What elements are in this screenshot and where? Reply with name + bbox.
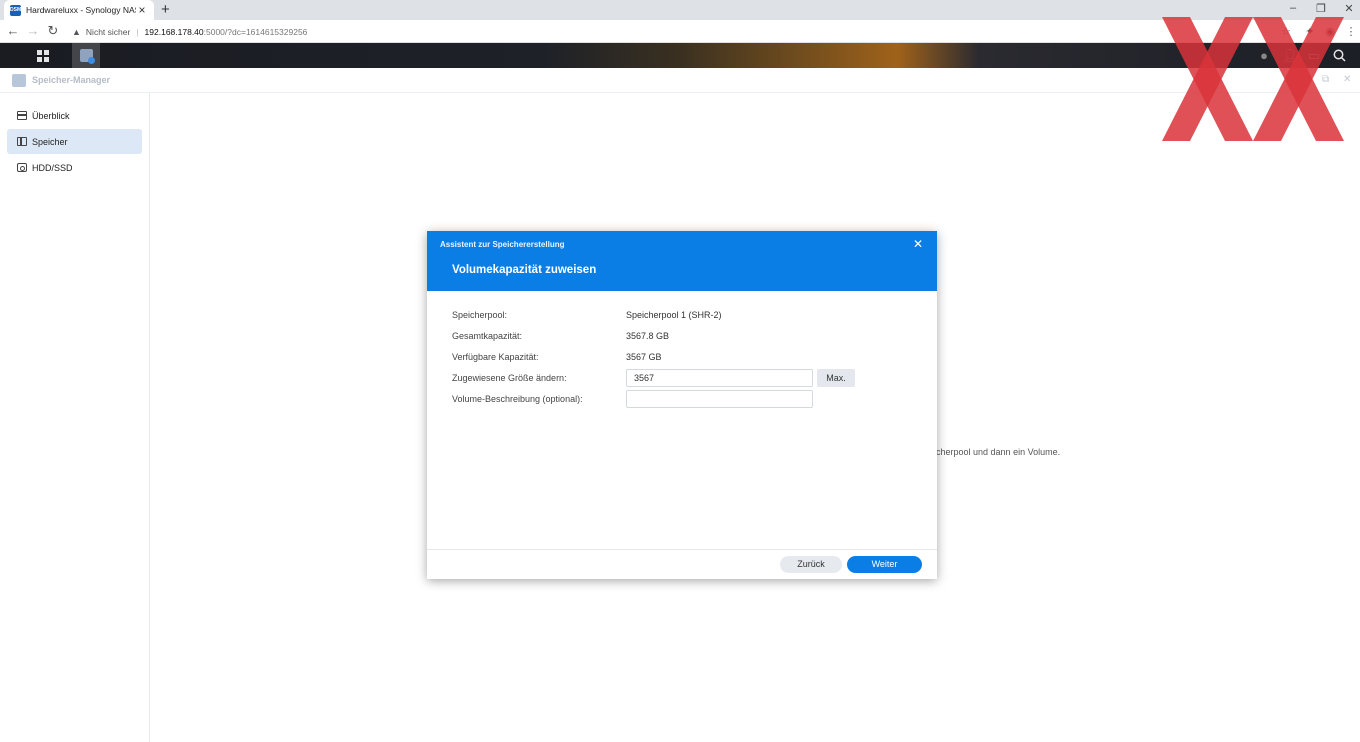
storage-pool-value: Speicherpool 1 (SHR-2)	[626, 309, 722, 320]
disk-icon	[17, 163, 27, 172]
widgets-icon[interactable]: ▭	[1300, 43, 1328, 68]
bookmark-star-icon[interactable]: ☆	[1278, 24, 1294, 40]
forward-arrow-icon[interactable]: →	[25, 23, 41, 39]
volume-description-label: Volume-Beschreibung (optional):	[452, 393, 583, 404]
search-icon[interactable]	[1325, 43, 1353, 68]
storage-empty-hint: cherpool und dann ein Volume.	[936, 447, 1061, 457]
new-tab-icon[interactable]: +	[161, 2, 170, 18]
back-button[interactable]: Zurück	[780, 556, 842, 573]
sidebar-item-hdd-ssd[interactable]: HDD/SSD	[7, 155, 142, 180]
allocated-size-input[interactable]	[626, 368, 813, 387]
storage-pool-label: Speicherpool:	[452, 309, 508, 320]
reload-icon[interactable]: ↻	[45, 23, 61, 39]
available-capacity-value: 3567 GB	[626, 351, 662, 362]
notification-icon[interactable]: ●	[1250, 43, 1278, 68]
dsm-favicon-icon: DSM	[10, 4, 21, 16]
window-close-icon[interactable]: ✕	[1339, 2, 1359, 15]
app-title: Speicher-Manager	[32, 75, 111, 85]
app-close-icon[interactable]: ✕	[1343, 74, 1351, 85]
not-secure-label: Nicht sicher	[85, 26, 131, 37]
url-field[interactable]: ▲ Nicht sicher | 192.168.178.40:5000/?dc…	[72, 22, 307, 41]
browser-tabstrip: DSM Hardwareluxx - Synology NAS × + – ❐ …	[0, 0, 1360, 20]
volume-description-input[interactable]	[626, 389, 813, 408]
storage-icon	[17, 137, 27, 146]
minimize-icon[interactable]: –	[1283, 2, 1303, 14]
browser-tab[interactable]: DSM Hardwareluxx - Synology NAS ×	[4, 0, 154, 20]
sidebar-item-label: Speicher	[32, 136, 68, 147]
sidebar-item-label: HDD/SSD	[32, 162, 73, 173]
overview-icon	[17, 111, 27, 120]
sidebar-item-overview[interactable]: Überblick	[7, 103, 142, 128]
dialog-footer-divider	[427, 549, 937, 550]
row-storage-pool: Speicherpool: Speicherpool 1 (SHR-2)	[452, 304, 912, 325]
extension-icon[interactable]: ✦	[1302, 24, 1318, 40]
dialog-step-title: Volumekapazität zuweisen	[452, 264, 597, 276]
profile-icon[interactable]: ◉	[1322, 24, 1338, 40]
row-total-capacity: Gesamtkapazität: 3567.8 GB	[452, 325, 912, 346]
restore-icon[interactable]: ❐	[1311, 2, 1331, 15]
row-volume-description: Volume-Beschreibung (optional):	[452, 388, 912, 409]
main-menu-grid-icon[interactable]	[29, 43, 57, 68]
storage-manager-logo-icon	[12, 74, 26, 87]
total-capacity-value: 3567.8 GB	[626, 330, 670, 341]
warning-icon: ▲	[72, 26, 81, 37]
storage-manager-taskbar-icon[interactable]	[72, 43, 100, 68]
tab-close-icon[interactable]: ×	[136, 3, 148, 17]
create-volume-dialog: Assistent zur Speichererstellung ✕ Volum…	[427, 231, 937, 579]
wizard-title: Assistent zur Speichererstellung	[440, 240, 565, 249]
max-button[interactable]: Max.	[817, 368, 855, 387]
dialog-close-icon[interactable]: ✕	[911, 237, 925, 251]
browser-menu-icon[interactable]: ⋮	[1343, 24, 1359, 40]
next-button[interactable]: Weiter	[847, 556, 922, 573]
row-allocated-size: Zugewiesene Größe ändern: Max.	[452, 367, 912, 388]
app-window-header: Speicher-Manager ⧉ ✕	[0, 68, 1360, 93]
allocated-size-label: Zugewiesene Größe ändern:	[452, 372, 567, 383]
sidebar-item-label: Überblick	[32, 110, 70, 121]
sidebar: Überblick Speicher HDD/SSD	[0, 93, 150, 742]
url-path: :5000/?dc=1614615329256	[203, 26, 308, 37]
address-bar: ← → ↻ ▲ Nicht sicher | 192.168.178.40:50…	[0, 20, 1360, 43]
dialog-header: Assistent zur Speichererstellung ✕ Volum…	[427, 231, 937, 291]
total-capacity-label: Gesamtkapazität:	[452, 330, 523, 341]
back-arrow-icon[interactable]: ←	[5, 23, 21, 39]
sidebar-item-storage[interactable]: Speicher	[7, 129, 142, 154]
url-separator: |	[136, 26, 139, 37]
dsm-taskbar: ● 👤︎ ▭	[0, 43, 1360, 68]
app-restore-icon[interactable]: ⧉	[1322, 74, 1329, 85]
url-host: 192.168.178.40	[144, 26, 204, 37]
available-capacity-label: Verfügbare Kapazität:	[452, 351, 539, 362]
row-available-capacity: Verfügbare Kapazität: 3567 GB	[452, 346, 912, 367]
tab-title: Hardwareluxx - Synology NAS	[26, 5, 136, 15]
